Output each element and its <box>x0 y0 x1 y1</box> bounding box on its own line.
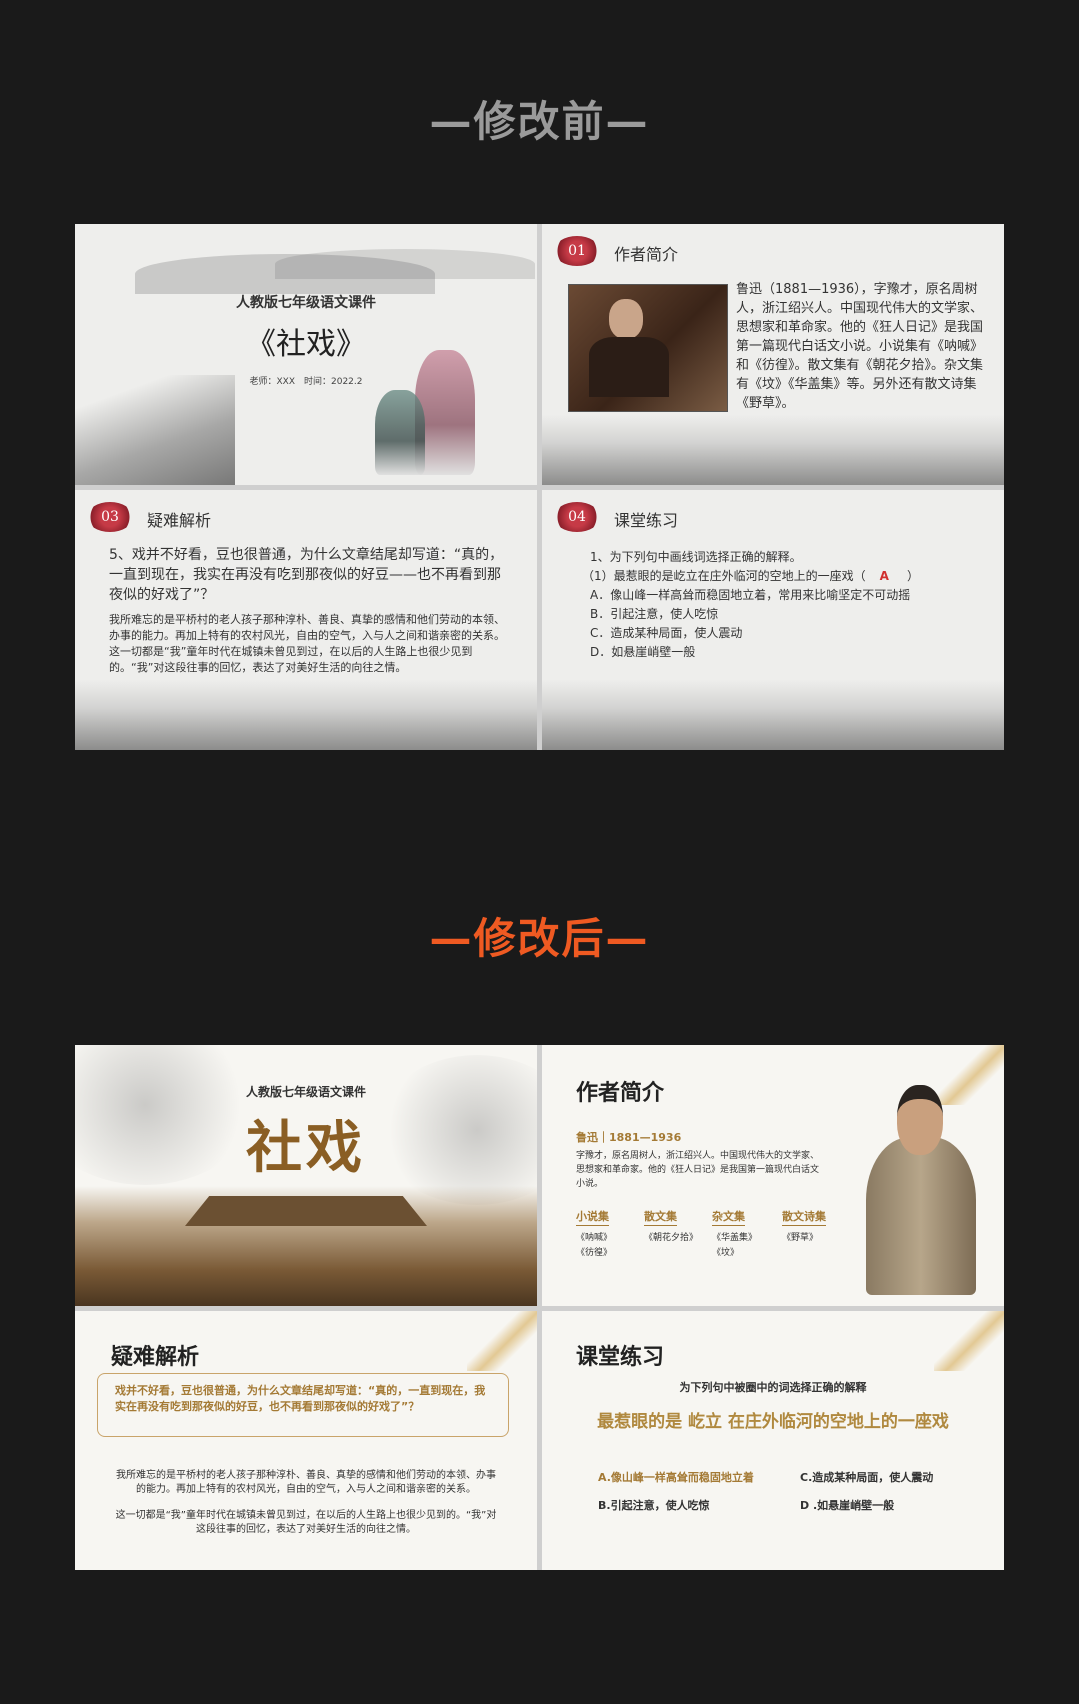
gold-leaf-decoration <box>467 1311 537 1371</box>
practice-option-d: D．如悬崖峭壁一般 <box>590 645 696 659</box>
after-analysis-slide: 疑难解析 戏并不好看，豆也很普通，为什么文章结尾却写道：“真的，一直到现在，我实… <box>75 1311 537 1570</box>
author-intro-text: 鲁迅（1881—1936），字豫才，原名周树人，浙江绍兴人。中国现代伟大的文学家… <box>736 282 984 411</box>
ink-mist-decoration <box>542 415 1004 485</box>
works-essays: 《华盖集》 《坟》 <box>712 1233 758 1258</box>
practice-option-d: D .如悬崖峭壁一般 <box>800 1499 895 1512</box>
ink-mist-decoration <box>75 680 537 750</box>
opera-figure-illustration <box>375 390 425 475</box>
analysis-question: 戏并不好看，豆也很普通，为什么文章结尾却写道：“真的，一直到现在，我实在再没有吃… <box>115 1384 486 1413</box>
before-slides-grid: 人教版七年级语文课件 《社戏》 老师：XXX 时间：2022.2 01 作者简介… <box>75 224 1004 750</box>
cover-subtitle: 人教版七年级语文课件 <box>245 1085 366 1099</box>
practice-sentence: 最惹眼的是 屹立 在庄外临河的空地上的一座戏 <box>597 1412 949 1432</box>
slide-heading: 作者简介 <box>614 245 679 264</box>
practice-option-a: A.像山峰一样高耸而稳固地立着 <box>598 1471 754 1484</box>
category-prose-poems: 散文诗集 <box>782 1208 826 1226</box>
slide-heading: 课堂练习 <box>614 511 679 530</box>
analysis-answer-1: 我所难忘的是平桥村的老人孩子那种淳朴、善良、真挚的感情和他们劳动的本领、办事的能… <box>116 1470 496 1495</box>
ink-mist-decoration <box>542 680 1004 750</box>
gold-leaf-decoration <box>934 1311 1004 1371</box>
before-author-slide: 01 作者简介 鲁迅（1881—1936），字豫才，原名周树人，浙江绍兴人。中国… <box>542 224 1004 485</box>
practice-sentence: （1）最惹眼的是屹立在庄外临河的空地上的一座戏（ A） <box>582 569 919 583</box>
after-practice-slide: 课堂练习 为下列句中被圈中的词选择正确的解释 最惹眼的是 屹立 在庄外临河的空地… <box>542 1311 1004 1570</box>
analysis-question: 5、戏并不好看，豆也很普通，为什么文章结尾却写道：“真的，一直到现在，我实在再没… <box>109 547 504 603</box>
after-section-title: —修改后— <box>429 914 650 963</box>
analysis-answer: 我所难忘的是平桥村的老人孩子那种淳朴、善良、真挚的感情和他们劳动的本领、办事的能… <box>109 613 505 674</box>
cover-title: 《社戏》 <box>246 327 366 362</box>
works-prose-poems: 《野草》 <box>782 1233 819 1243</box>
after-author-slide: 作者简介 鲁迅｜1881—1936 字豫才，原名周树人，浙江绍兴人。中国现代伟大… <box>542 1045 1004 1306</box>
author-bio: 字豫才，原名周树人，浙江绍兴人。中国现代伟大的文学家、思想家和革命家。他的《狂人… <box>576 1151 820 1189</box>
lu-xun-photo <box>568 284 728 412</box>
stage-roof-illustration <box>185 1196 427 1226</box>
slide-heading: 课堂练习 <box>576 1344 665 1370</box>
slide-number-badge: 03 <box>87 502 133 532</box>
before-practice-slide: 04 课堂练习 1、为下列句中画线词选择正确的解释。 （1）最惹眼的是屹立在庄外… <box>542 490 1004 750</box>
category-novels: 小说集 <box>576 1208 609 1226</box>
practice-option-c: C.造成某种局面，使人震动 <box>800 1471 934 1484</box>
village-illustration <box>75 375 235 485</box>
after-slides-grid: 人教版七年级语文课件 社戏 作者简介 鲁迅｜1881—1936 字豫才，原名周树… <box>75 1045 1004 1570</box>
after-cover-slide: 人教版七年级语文课件 社戏 <box>75 1045 537 1306</box>
category-prose: 散文集 <box>644 1208 677 1226</box>
slide-number-badge: 01 <box>554 236 600 266</box>
slide-heading: 作者简介 <box>576 1080 665 1106</box>
works-prose: 《朝花夕拾》 <box>644 1233 699 1243</box>
practice-option-c: C．造成某种局面，使人震动 <box>590 626 743 640</box>
before-section-title: —修改前— <box>429 97 650 146</box>
practice-answer: A <box>879 569 889 583</box>
category-essays: 杂文集 <box>712 1208 745 1226</box>
slide-number-badge: 04 <box>554 502 600 532</box>
cover-subtitle: 人教版七年级语文课件 <box>236 295 376 311</box>
mountain-decoration <box>275 249 535 279</box>
practice-instruction: 1、为下列句中画线词选择正确的解释。 <box>590 550 802 564</box>
practice-instruction: 为下列句中被圈中的词选择正确的解释 <box>679 1381 867 1394</box>
practice-option-b: B．引起注意，使人吃惊 <box>590 607 719 621</box>
practice-option-b: B.引起注意，使人吃惊 <box>598 1499 710 1512</box>
cover-title: 社戏 <box>246 1115 366 1181</box>
analysis-answer-2: 这一切都是“我”童年时代在城镇未曾见到过，在以后的人生路上也很少见到的。“我”对… <box>115 1510 497 1535</box>
practice-option-a: A．像山峰一样高耸而稳固地立着，常用来比喻坚定不可动摇 <box>590 588 911 602</box>
before-analysis-slide: 03 疑难解析 5、戏并不好看，豆也很普通，为什么文章结尾却写道：“真的，一直到… <box>75 490 537 750</box>
before-cover-slide: 人教版七年级语文课件 《社戏》 老师：XXX 时间：2022.2 <box>75 224 537 485</box>
slide-heading: 疑难解析 <box>111 1344 200 1370</box>
lu-xun-portrait <box>862 1085 980 1295</box>
works-novels: 《呐喊》 《彷徨》 <box>576 1233 613 1258</box>
author-name-dates: 鲁迅｜1881—1936 <box>576 1131 682 1144</box>
slide-heading: 疑难解析 <box>147 511 212 530</box>
